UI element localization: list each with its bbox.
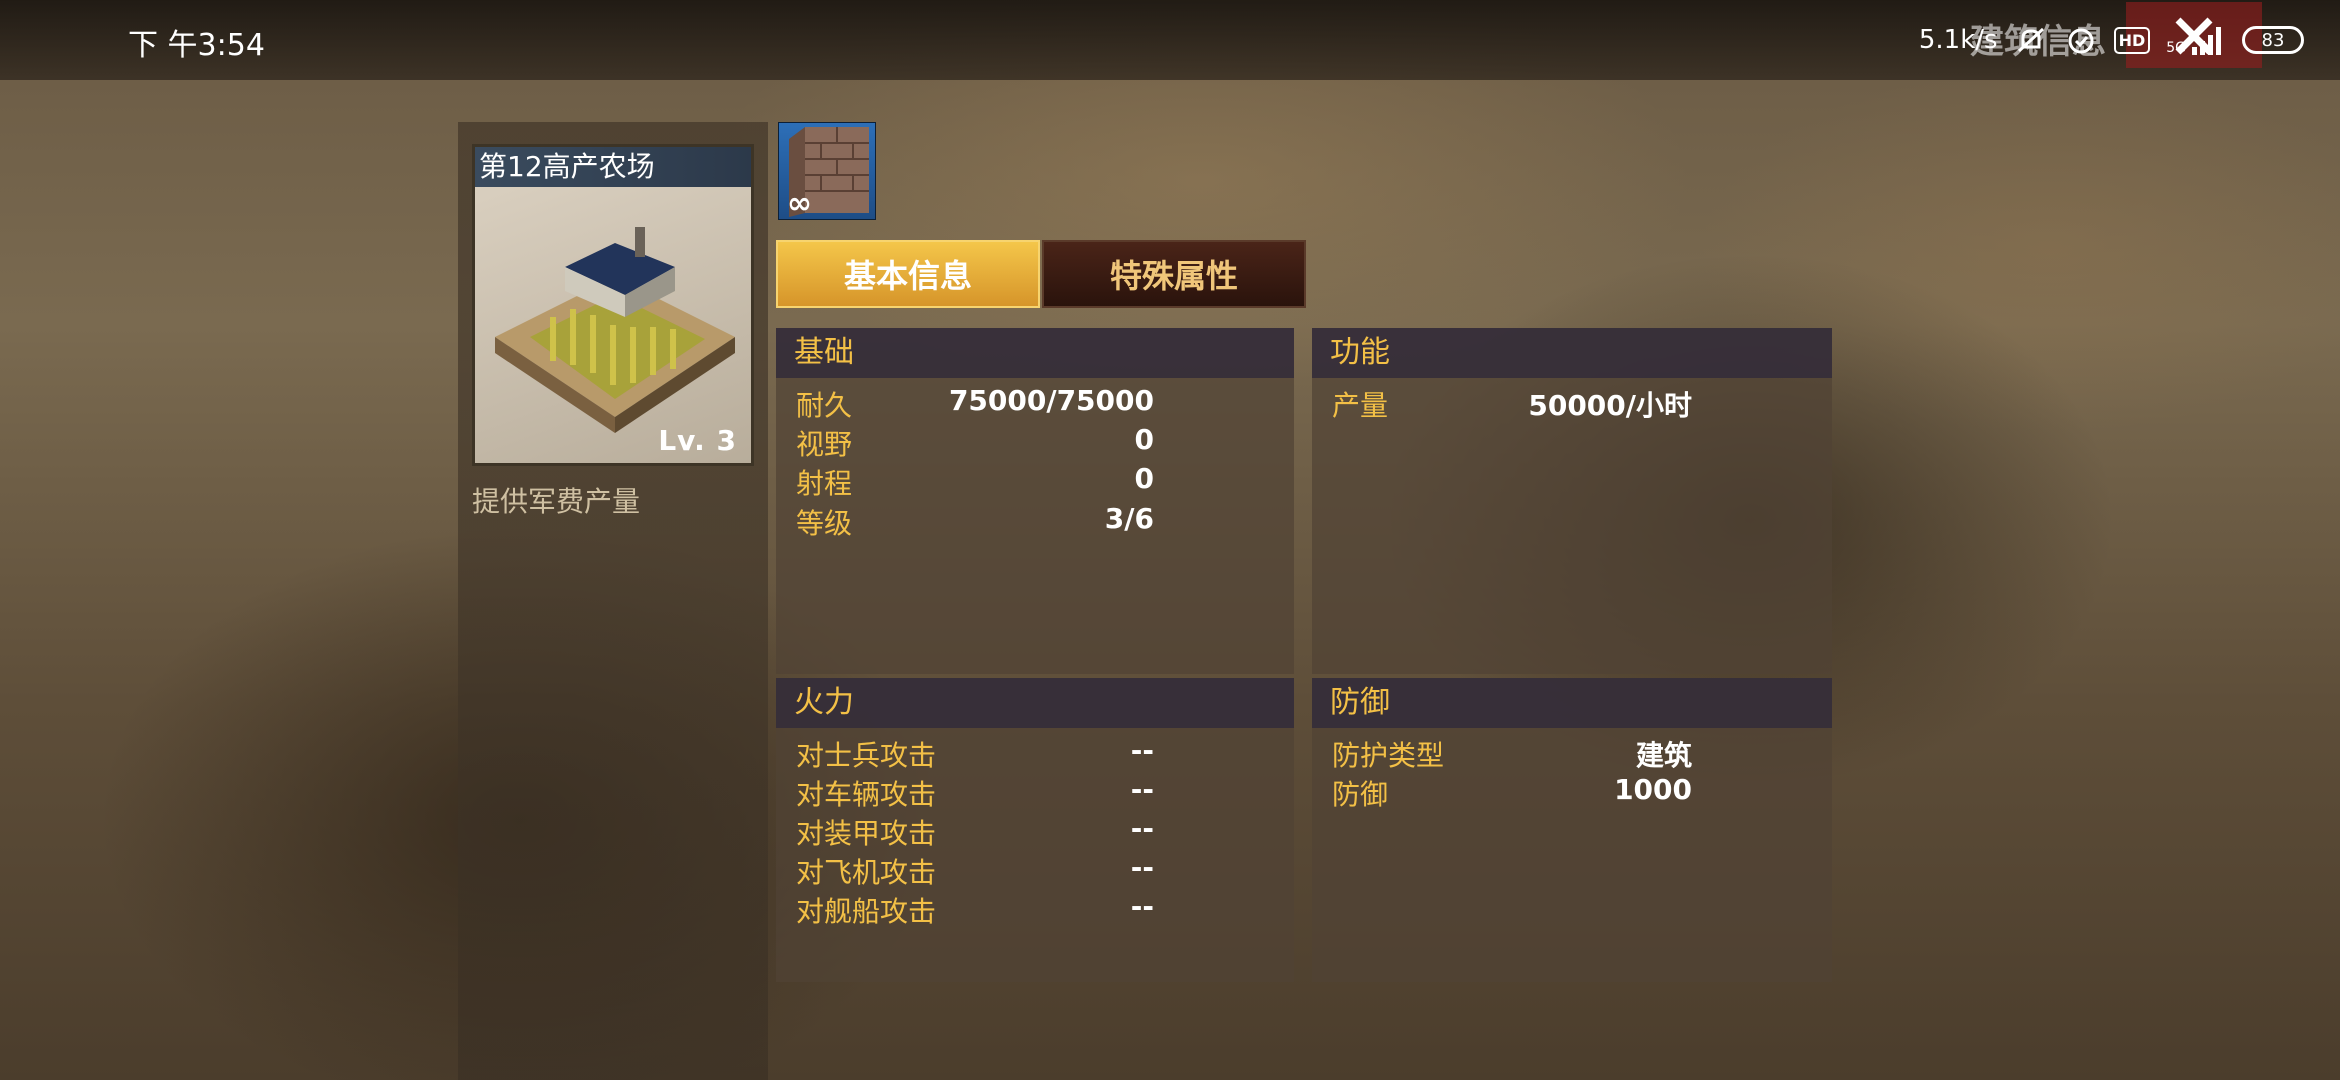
- material-count: ∞: [787, 186, 812, 221]
- mute-bell-icon: [2017, 27, 2044, 53]
- material-item[interactable]: ∞: [778, 122, 876, 221]
- stat-value: 0: [1134, 423, 1154, 456]
- section-function-title: 功能: [1312, 328, 1832, 378]
- stat-value: 75000/75000: [948, 384, 1154, 417]
- stat-row: 防御 1000: [1332, 773, 1692, 811]
- section-function: 功能 产量 50000/小时: [1312, 328, 1832, 674]
- building-name: 第12高产农场: [475, 147, 751, 187]
- stat-label: 射程: [796, 467, 853, 500]
- tab-special-attributes[interactable]: 特殊属性: [1042, 240, 1306, 308]
- stat-label: 防护类型: [1332, 739, 1445, 772]
- stat-row: 射程 0: [796, 462, 1154, 500]
- stat-value: 1000: [1614, 773, 1692, 806]
- section-firepower: 火力 对士兵攻击 -- 对车辆攻击 -- 对装甲攻击 -- 对飞机攻击 -- 对…: [776, 678, 1294, 982]
- stat-label: 对舰船攻击: [796, 895, 937, 928]
- section-firepower-title: 火力: [776, 678, 1294, 728]
- section-basic: 基础 耐久 75000/75000 视野 0 射程 0 等级 3/6: [776, 328, 1294, 674]
- stat-row: 对装甲攻击 --: [796, 812, 1154, 850]
- stat-label: 防御: [1332, 778, 1389, 811]
- stat-row: 等级 3/6: [796, 502, 1154, 540]
- building-card: 第12高产农场 Lv. 3: [472, 144, 754, 466]
- stat-value: 建筑: [1635, 739, 1692, 772]
- stat-value: --: [1130, 890, 1154, 923]
- stat-value: 0: [1134, 462, 1154, 495]
- stat-label: 对士兵攻击: [796, 739, 937, 772]
- building-description: 提供军费产量: [472, 485, 641, 518]
- stat-row: 产量 50000/小时: [1332, 384, 1692, 422]
- network-speed: 5.1k/s: [1918, 25, 1998, 55]
- building-level: Lv. 3: [658, 424, 737, 457]
- stat-row: 防护类型 建筑: [1332, 734, 1692, 772]
- status-icons: 5.1k/s HD 5G 83: [1919, 18, 2304, 62]
- section-defense-title: 防御: [1312, 678, 1832, 728]
- signal-label: 5G: [2166, 40, 2186, 56]
- tab-basic-info[interactable]: 基本信息: [776, 240, 1040, 308]
- stat-label: 对车辆攻击: [796, 778, 937, 811]
- stat-value: --: [1130, 812, 1154, 845]
- section-defense: 防御 防护类型 建筑 防御 1000: [1312, 678, 1832, 982]
- stat-value: --: [1130, 851, 1154, 884]
- stat-row: 视野 0: [796, 423, 1154, 461]
- battery-indicator: 83: [2242, 26, 2304, 54]
- alarm-icon: [2068, 28, 2094, 54]
- section-basic-title: 基础: [776, 328, 1294, 378]
- status-bar: 下 午3:54 建筑信息 5.1k/s HD 5G 83: [0, 0, 2340, 80]
- stat-value: 50000/小时: [1528, 389, 1692, 422]
- stat-row: 对士兵攻击 --: [796, 734, 1154, 772]
- stat-value: 3/6: [1104, 502, 1154, 535]
- stat-label: 对飞机攻击: [796, 856, 937, 889]
- stat-row: 耐久 75000/75000: [796, 384, 1154, 422]
- stat-label: 产量: [1332, 389, 1389, 422]
- stat-row: 对舰船攻击 --: [796, 890, 1154, 928]
- status-time: 下 午3:54: [128, 28, 265, 63]
- signal-indicator: 5G: [2166, 25, 2226, 55]
- hd-badge: HD: [2113, 26, 2151, 54]
- signal-bars-icon: [2192, 27, 2221, 55]
- stat-value: --: [1130, 773, 1154, 806]
- stat-label: 视野: [796, 428, 853, 461]
- stat-label: 等级: [796, 507, 853, 540]
- stat-label: 耐久: [796, 389, 853, 422]
- stat-label: 对装甲攻击: [796, 817, 937, 850]
- stat-row: 对车辆攻击 --: [796, 773, 1154, 811]
- farm-building-image: Lv. 3: [475, 187, 751, 463]
- stat-value: --: [1130, 734, 1154, 767]
- farm-icon: [495, 227, 735, 433]
- stat-row: 对飞机攻击 --: [796, 851, 1154, 889]
